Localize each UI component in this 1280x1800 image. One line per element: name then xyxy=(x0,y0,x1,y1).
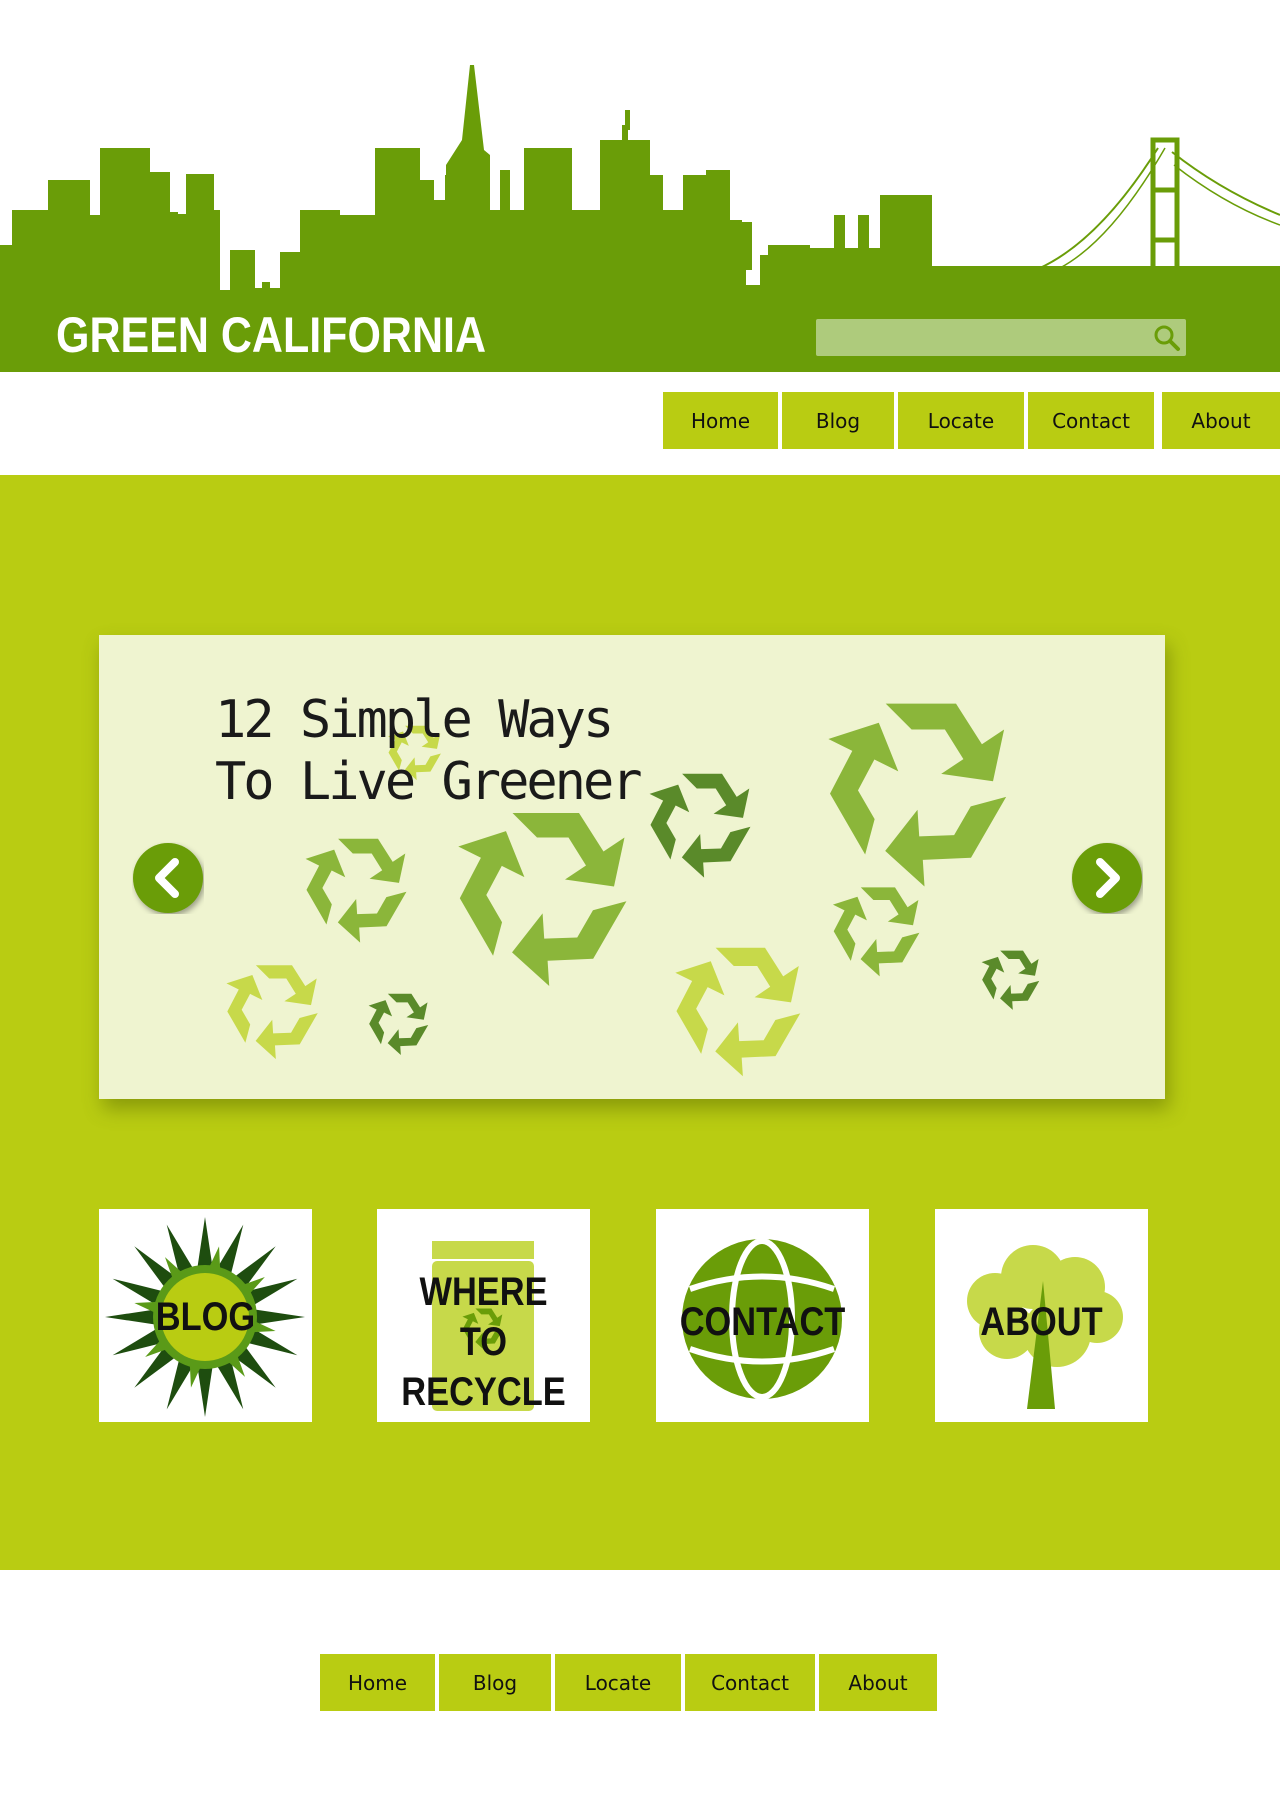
chevron-left-icon[interactable] xyxy=(132,842,204,914)
site-header: GREEN CALIFORNIA xyxy=(0,0,1280,372)
site-title: GREEN CALIFORNIA xyxy=(56,307,486,363)
recycle-icon xyxy=(660,948,801,1086)
footer-nav-blog[interactable]: Blog xyxy=(439,1654,551,1711)
nav-about-label: About xyxy=(1191,408,1251,433)
footer-nav-home-label: Home xyxy=(347,1670,408,1695)
tile-about[interactable]: ABOUT xyxy=(935,1209,1148,1422)
nav-blog[interactable]: Blog xyxy=(782,392,894,449)
recycle-icon xyxy=(437,813,626,998)
nav-contact[interactable]: Contact xyxy=(1028,392,1154,449)
search-icon[interactable] xyxy=(1152,323,1182,353)
tile-label-line-2: RECYCLE xyxy=(401,1370,566,1414)
recycle-icon xyxy=(806,704,1006,900)
tile-where-to-recycle-label: WHERE TO RECYCLE xyxy=(392,1267,575,1417)
recycle-icon xyxy=(822,887,919,982)
footer-nav-about-label: About xyxy=(848,1670,908,1695)
tile-where-to-recycle[interactable]: WHERE TO RECYCLE xyxy=(377,1209,590,1422)
slide-title-line-2: To Live Greener xyxy=(215,752,643,812)
recycle-icon xyxy=(361,994,428,1060)
footer-nav-locate-label: Locate xyxy=(584,1670,652,1695)
tile-label-line-1: WHERE TO xyxy=(419,1270,548,1364)
nav-contact-label: Contact xyxy=(1052,408,1130,433)
recycle-icon xyxy=(974,951,1039,1015)
tile-about-label: ABOUT xyxy=(980,1300,1103,1344)
slide-title: 12 Simple Ways To Live Greener xyxy=(215,689,735,813)
footer-nav-contact[interactable]: Contact xyxy=(685,1654,815,1711)
tile-blog[interactable]: BLOG xyxy=(99,1209,312,1422)
nav-blog-label: Blog xyxy=(815,408,861,433)
footer-nav-home[interactable]: Home xyxy=(320,1654,435,1711)
recycle-icon xyxy=(215,965,318,1066)
footer-nav-locate[interactable]: Locate xyxy=(555,1654,681,1711)
tile-contact[interactable]: CONTACT xyxy=(656,1209,869,1422)
recycle-icon xyxy=(293,839,407,950)
footer-nav-blog-label: Blog xyxy=(472,1670,518,1695)
chevron-right-icon[interactable] xyxy=(1071,842,1143,914)
slide-title-line-1: 12 Simple Ways xyxy=(215,690,614,750)
footer-nav-contact-label: Contact xyxy=(711,1670,789,1695)
hero-slider: 12 Simple Ways To Live Greener xyxy=(99,635,1165,1099)
nav-locate-label: Locate xyxy=(927,408,995,433)
nav-locate[interactable]: Locate xyxy=(898,392,1024,449)
search-box xyxy=(816,319,1186,356)
nav-home-label: Home xyxy=(690,408,751,433)
nav-about[interactable]: About xyxy=(1162,392,1280,449)
tile-contact-label: CONTACT xyxy=(679,1300,846,1344)
footer-nav-about[interactable]: About xyxy=(819,1654,937,1711)
search-input[interactable] xyxy=(816,319,1136,356)
tile-blog-label: BLOG xyxy=(155,1295,256,1339)
nav-home[interactable]: Home xyxy=(663,392,778,449)
